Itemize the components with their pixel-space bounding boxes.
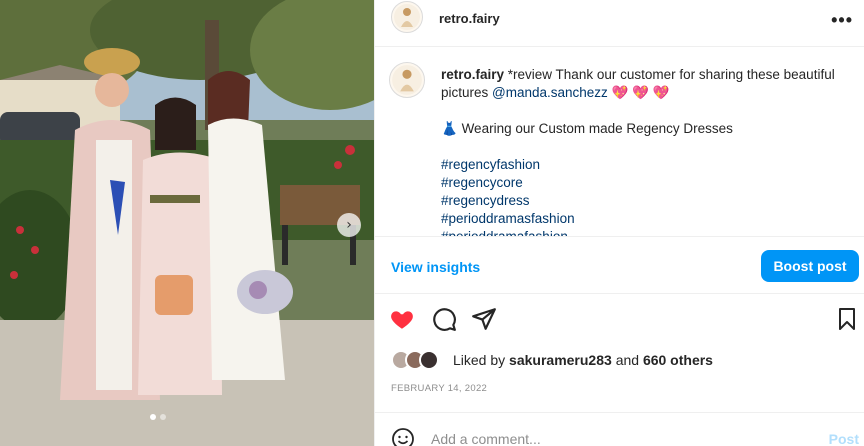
carousel-dot: [160, 414, 166, 420]
boost-post-button[interactable]: Boost post: [761, 250, 859, 282]
hashtag-link[interactable]: #regencycore: [441, 174, 851, 192]
liker-avatars: [391, 350, 443, 370]
post-date[interactable]: FEBRUARY 14, 2022: [391, 383, 487, 394]
caption-username[interactable]: retro.fairy: [441, 67, 504, 82]
avatar[interactable]: [391, 1, 423, 33]
likes-count[interactable]: 660 others: [643, 352, 713, 368]
share-icon[interactable]: [471, 306, 497, 337]
comment-bar: Add a comment... Post: [375, 412, 864, 446]
post-caption: retro.fairy *review Thank our customer f…: [441, 66, 851, 236]
likes-row: Liked by sakurameru283 and 660 others: [391, 350, 713, 370]
carousel-dots: [150, 414, 166, 420]
post-header: retro.fairy •••: [375, 0, 864, 47]
caption-area: retro.fairy *review Thank our customer f…: [375, 48, 864, 236]
carousel-dot: [150, 414, 156, 420]
hashtag-list: #regencyfashion #regencycore #regencydre…: [441, 156, 851, 236]
liker-username[interactable]: sakurameru283: [509, 352, 612, 368]
view-insights-link[interactable]: View insights: [391, 259, 480, 275]
chevron-right-icon: ›: [346, 217, 352, 233]
brand-logo-icon: [392, 65, 422, 95]
post-comment-button[interactable]: Post: [829, 431, 859, 446]
hashtag-link[interactable]: #perioddramafashion: [441, 228, 851, 236]
hashtag-link[interactable]: #regencyfashion: [441, 156, 851, 174]
hashtag-link[interactable]: #perioddramasfashion: [441, 210, 851, 228]
heart-icon[interactable]: [389, 306, 415, 337]
header-username[interactable]: retro.fairy: [439, 11, 500, 26]
dress-emoji: 👗: [441, 121, 458, 136]
comment-input[interactable]: Add a comment...: [431, 431, 541, 446]
emoji-icon[interactable]: [391, 427, 415, 446]
photo-image: [0, 0, 374, 446]
more-options-button[interactable]: •••: [831, 10, 853, 31]
dress-line: Wearing our Custom made Regency Dresses: [457, 121, 733, 136]
comment-icon[interactable]: [431, 306, 457, 337]
avatar: [419, 350, 439, 370]
post-panel: retro.fairy ••• retro.fairy *review Than…: [374, 0, 864, 446]
post-photo[interactable]: ›: [0, 0, 374, 446]
likes-prefix: Liked by: [453, 352, 506, 368]
avatar[interactable]: [389, 62, 425, 98]
likes-middle: and: [615, 352, 640, 368]
hashtag-link[interactable]: #regencydress: [441, 192, 851, 210]
insights-bar: View insights Boost post: [375, 236, 864, 294]
next-photo-button[interactable]: ›: [337, 213, 361, 237]
brand-logo-icon: [394, 4, 420, 30]
mention-link[interactable]: @manda.sanchezz: [492, 85, 608, 100]
action-bar: [375, 306, 864, 334]
hearts-emoji: 💖 💖 💖: [607, 85, 670, 100]
bookmark-icon[interactable]: [835, 306, 859, 337]
